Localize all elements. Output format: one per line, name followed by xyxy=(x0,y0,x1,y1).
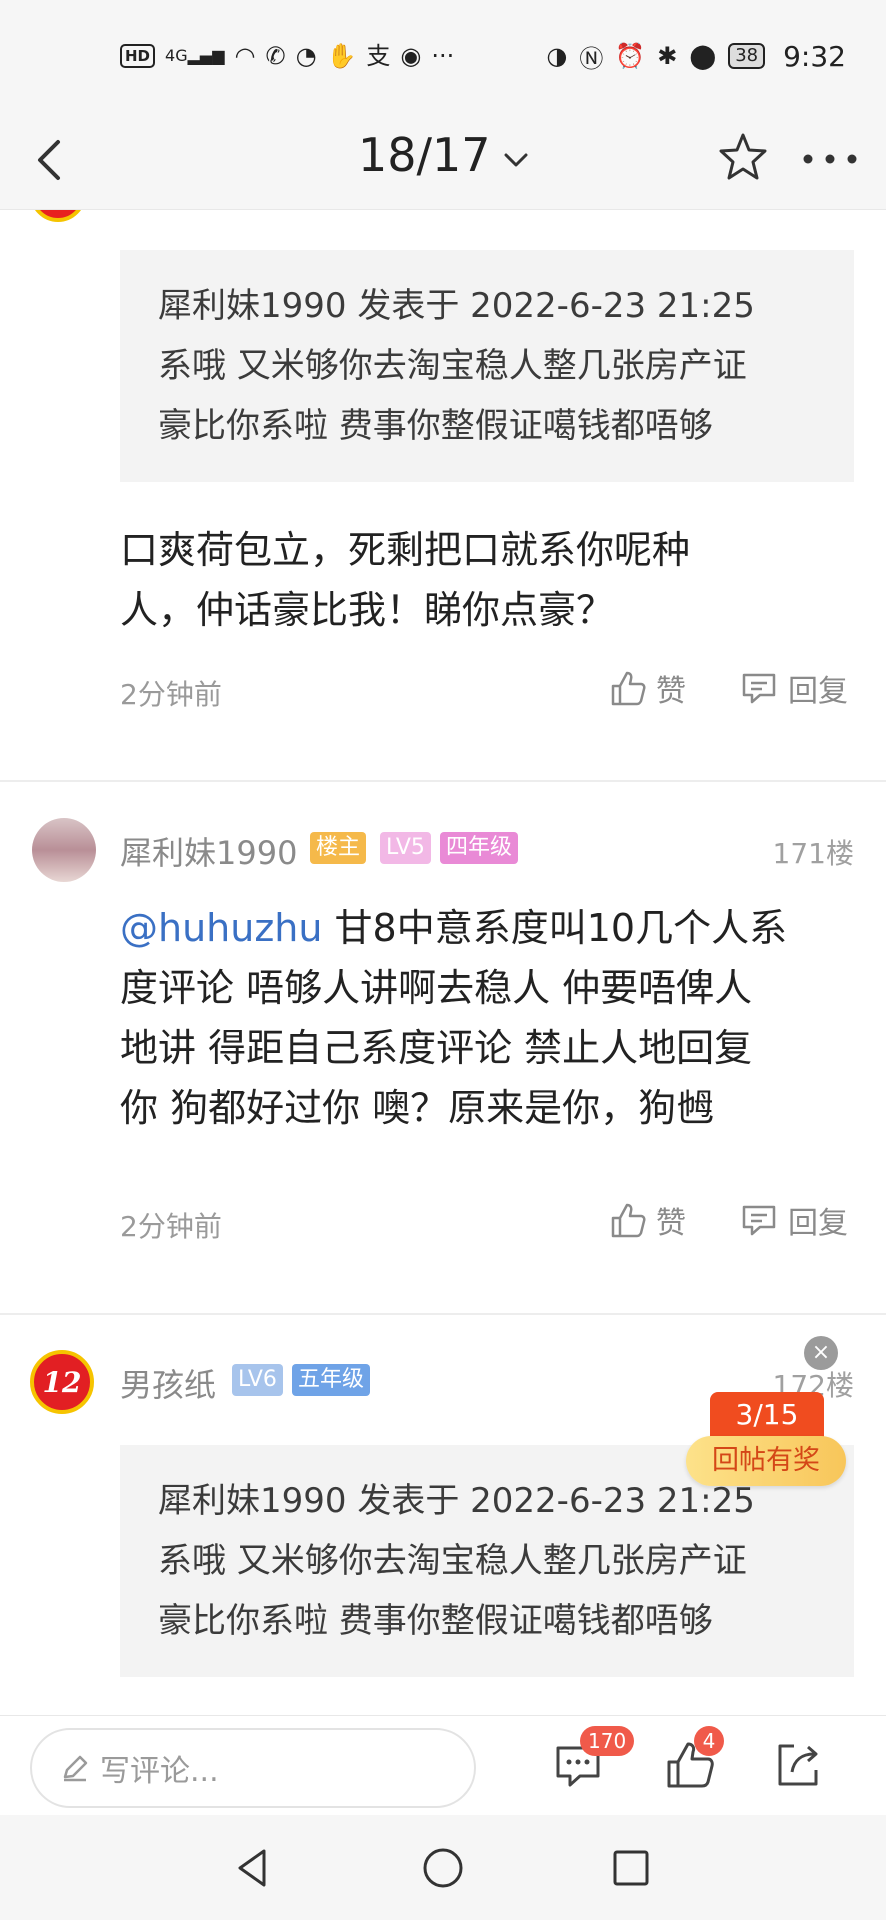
quote-text-line: 豪比你系啦 费事你整假证噶钱都唔够 xyxy=(158,1601,713,1641)
level-badge: LV6 xyxy=(232,1364,283,1396)
post-time: 2分钟前 xyxy=(120,678,222,711)
bluetooth-icon: ✱ xyxy=(657,42,678,70)
like-label: 赞 xyxy=(656,674,686,709)
close-icon[interactable]: × xyxy=(804,1336,838,1370)
nfc-icon: Ⓝ xyxy=(579,44,604,73)
grade-badge: 四年级 xyxy=(440,832,519,864)
avatar[interactable] xyxy=(32,818,96,882)
share-button[interactable] xyxy=(772,1738,826,1792)
location-icon: ⬤ xyxy=(689,42,717,70)
comment-line: @huhuzhu 甘8中意系度叫10几个人系 xyxy=(120,898,840,958)
thumbs-up-icon xyxy=(611,671,646,706)
app-icon: ◉ xyxy=(400,42,422,70)
username[interactable]: 犀利妹1990 xyxy=(120,828,297,874)
missed-call-icon: ✆ xyxy=(265,42,286,70)
comment-text: 口爽荷包立，死剩把口就系你呢种 人，仲话豪比我！睇你点豪？ xyxy=(120,520,820,640)
wechat-icon: ◔ xyxy=(295,42,317,70)
pencil-icon xyxy=(63,1755,88,1782)
comment-line: 口爽荷包立，死剩把口就系你呢种 xyxy=(120,528,691,572)
system-nav-bar xyxy=(0,1815,886,1920)
reply-label: 回复 xyxy=(788,1206,848,1241)
hand-icon: ✋ xyxy=(326,42,357,70)
avatar[interactable] xyxy=(30,210,86,222)
reply-button[interactable]: 回复 xyxy=(740,666,848,710)
top-nav: 18/17 xyxy=(0,110,886,210)
comment-line: 地讲 得距自己系度评论 禁止人地回复 xyxy=(120,1026,753,1070)
avatar[interactable]: 12 xyxy=(30,1350,94,1414)
nav-recents-icon[interactable] xyxy=(608,1845,654,1891)
hd-icon: HD xyxy=(120,44,156,68)
like-thread-button[interactable]: 4 xyxy=(664,1726,724,1792)
divider xyxy=(0,780,886,782)
status-left: HD 4G▂▄▆ ◠ ✆ ◔ ✋ 支 ◉ ··· xyxy=(120,38,454,74)
chevron-down-icon[interactable] xyxy=(500,144,532,176)
reply-button[interactable]: 回复 xyxy=(740,1198,848,1242)
comments-button[interactable]: 170 xyxy=(552,1726,635,1792)
nav-back-icon[interactable] xyxy=(230,1845,276,1891)
page-indicator[interactable]: 18/17 xyxy=(358,128,491,182)
thread-content: 犀利妹1990 发表于 2022-6-23 21:25 系哦 又米够你去淘宝稳人… xyxy=(0,210,886,1715)
wifi-icon: ◠ xyxy=(234,42,256,70)
comment-line-rest: 甘8中意系度叫10几个人系 xyxy=(322,906,788,950)
like-button[interactable]: 赞 xyxy=(610,1198,686,1242)
reward-label[interactable]: 回帖有奖 xyxy=(686,1436,846,1486)
floor-number: 171楼 xyxy=(772,837,854,870)
like-label: 赞 xyxy=(656,1206,686,1241)
favorite-star-icon[interactable] xyxy=(716,130,770,184)
comment-line: 度评论 唔够人讲啊去稳人 仲要唔俾人 xyxy=(120,966,753,1010)
level-badge: LV5 xyxy=(380,832,431,864)
comment-line: 人，仲话豪比我！睇你点豪？ xyxy=(120,588,615,632)
quote-text-line: 豪比你系啦 费事你整假证噶钱都唔够 xyxy=(158,406,713,446)
comment-input[interactable]: 写评论... xyxy=(30,1728,476,1808)
grade-badge: 五年级 xyxy=(292,1364,371,1396)
status-right: ◑ Ⓝ ⏰ ✱ ⬤ 38 9:32 xyxy=(546,36,846,76)
clock: 9:32 xyxy=(783,39,846,73)
thumbs-up-icon xyxy=(611,1203,646,1238)
more-options-icon[interactable] xyxy=(800,144,860,174)
alarm-icon: ⏰ xyxy=(615,42,646,70)
signal-icon: 4G▂▄▆ xyxy=(165,46,225,65)
nav-home-icon[interactable] xyxy=(420,1845,466,1891)
quote-header: 犀利妹1990 发表于 2022-6-23 21:25 xyxy=(158,286,755,326)
network-type: 4G xyxy=(165,46,188,65)
reply-bubble-icon xyxy=(742,673,776,704)
quote-text-line: 系哦 又米够你去淘宝稳人整几张房产证 xyxy=(158,346,747,386)
comment-input-placeholder: 写评论... xyxy=(100,1754,219,1789)
comment-line: 你 狗都好过你 噢？原来是你，狗乸 xyxy=(120,1086,715,1130)
alipay-icon: 支 xyxy=(366,42,391,70)
like-button[interactable]: 赞 xyxy=(610,666,686,710)
reward-progress: 3/15 xyxy=(710,1392,824,1438)
like-count-badge: 4 xyxy=(694,1726,724,1756)
comment-count-badge: 170 xyxy=(580,1726,635,1756)
more-notifications-icon: ··· xyxy=(431,42,455,70)
data-saver-icon: ◑ xyxy=(546,42,568,70)
quoted-post: 犀利妹1990 发表于 2022-6-23 21:25 系哦 又米够你去淘宝稳人… xyxy=(120,250,854,482)
quote-text-line: 系哦 又米够你去淘宝稳人整几张房产证 xyxy=(158,1541,747,1581)
back-arrow-icon[interactable] xyxy=(24,132,80,188)
bottom-action-bar: 写评论... 170 4 xyxy=(0,1715,886,1815)
status-bar: HD 4G▂▄▆ ◠ ✆ ◔ ✋ 支 ◉ ··· ◑ Ⓝ ⏰ ✱ ⬤ 38 9:… xyxy=(0,0,886,110)
share-icon xyxy=(778,1744,818,1786)
reply-bubble-icon xyxy=(742,1205,776,1236)
reply-label: 回复 xyxy=(788,674,848,709)
post-time: 2分钟前 xyxy=(120,1210,222,1243)
mention-link[interactable]: @huhuzhu xyxy=(120,906,322,950)
username[interactable]: 男孩纸 xyxy=(120,1360,216,1406)
comment-text: @huhuzhu 甘8中意系度叫10几个人系 度评论 唔够人讲啊去稳人 仲要唔俾… xyxy=(120,898,840,1138)
divider xyxy=(0,1313,886,1315)
owner-badge: 楼主 xyxy=(310,832,367,864)
battery-icon: 38 xyxy=(728,43,766,69)
